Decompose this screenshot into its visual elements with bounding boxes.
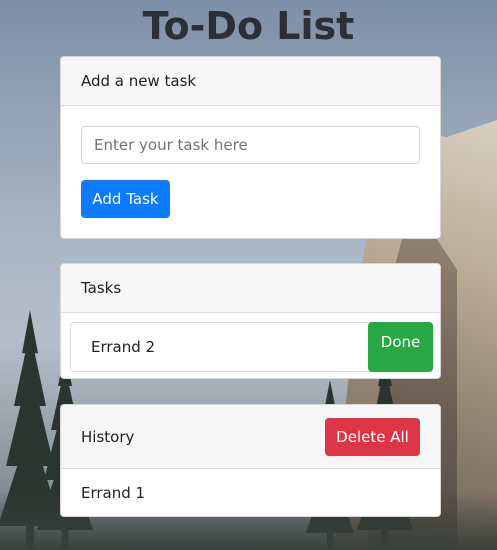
history-title: History — [81, 427, 135, 446]
add-task-button[interactable]: Add Task — [81, 180, 170, 218]
tasks-card: Tasks Errand 2 Done — [60, 263, 441, 379]
delete-all-button[interactable]: Delete All — [325, 417, 420, 456]
history-card: History Delete All Errand 1 — [60, 404, 441, 517]
done-button[interactable]: Done — [368, 322, 433, 372]
add-task-header: Add a new task — [61, 57, 440, 106]
history-item: Errand 1 — [81, 484, 146, 502]
history-header: History Delete All — [61, 405, 440, 469]
add-task-body: Enter your task here Add Task — [61, 106, 440, 238]
tasks-header: Tasks — [61, 264, 440, 313]
task-input[interactable]: Enter your task here — [81, 126, 420, 164]
add-task-card: Add a new task Enter your task here Add … — [60, 56, 441, 239]
task-item: Errand 2 Done — [70, 322, 433, 372]
page-title: To-Do List — [142, 4, 355, 48]
